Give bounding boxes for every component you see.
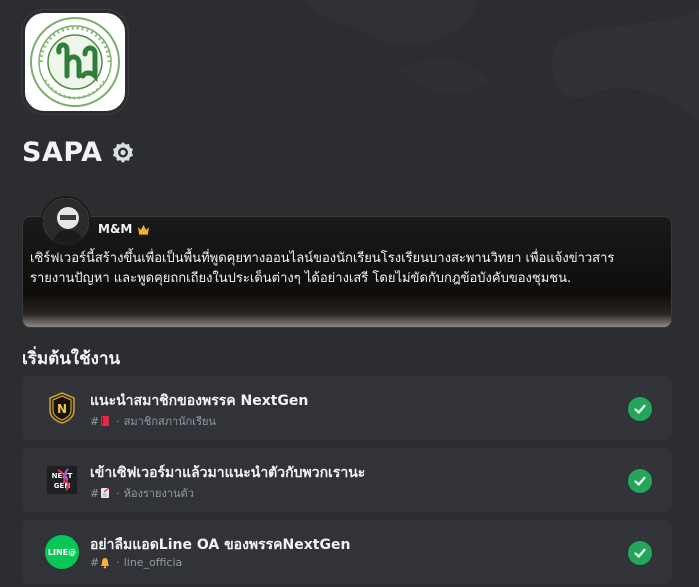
onboarding-task-card[interactable]: N แนะนำสมาชิกของพรรค NextGen # · สมาชิกส… <box>22 376 672 440</box>
onboarding-task-card[interactable]: NEXT GEN เข้าเซิฟเวอร์มาแล้วมาแนะนำตัวกั… <box>22 448 672 512</box>
task-title: เข้าเซิฟเวอร์มาแล้วมาแนะนำตัวกับพวกเรานะ <box>90 465 366 481</box>
line-icon-text: LINE@ <box>47 547 77 557</box>
separator-dot: · <box>116 486 120 500</box>
crown-icon <box>137 224 150 235</box>
memo-icon <box>100 487 110 499</box>
check-icon <box>628 397 652 421</box>
task-channel[interactable]: # · ห้องรายงานตัว <box>90 484 194 502</box>
bell-icon <box>100 557 110 569</box>
onboarding-heading: เริ่มต้นใช้งาน <box>22 349 121 369</box>
check-icon <box>628 541 652 565</box>
channel-name: ห้องรายงานตัว <box>123 487 194 500</box>
author-avatar[interactable] <box>41 196 91 246</box>
red-book-icon <box>100 415 110 427</box>
school-emblem-icon <box>30 17 120 107</box>
check-icon <box>628 469 652 493</box>
channel-hash: # <box>90 556 100 569</box>
onboarding-task-card[interactable]: LINE@ อย่าลืมแอดLine OA ของพรรคNextGen #… <box>22 520 672 584</box>
server-name-row: SAPA <box>22 137 135 168</box>
author-row: M&M <box>98 222 150 236</box>
server-icon[interactable] <box>22 10 128 114</box>
line-icon: LINE@ <box>44 534 80 570</box>
channel-name: สมาชิกสภานักเรียน <box>123 415 216 428</box>
separator-dot: · <box>116 556 120 569</box>
task-title: อย่าลืมแอดLine OA ของพรรคNextGen <box>90 537 351 553</box>
task-channel[interactable]: # · สมาชิกสภานักเรียน <box>90 412 216 430</box>
nextgen-badge-icon: N <box>44 390 80 426</box>
channel-hash: # <box>90 414 100 428</box>
task-title: แนะนำสมาชิกของพรรค NextGen <box>90 393 309 409</box>
task-channel[interactable]: # · line_officia <box>90 556 182 569</box>
nextgen-logo-icon: NEXT GEN <box>44 462 80 498</box>
verified-icon <box>111 141 135 165</box>
svg-text:N: N <box>57 402 67 416</box>
welcome-message-text: เซิร์ฟเวอร์นี้สร้างขึ้นเพื่อเป็นพื้นที่พ… <box>30 251 615 286</box>
channel-name: line_officia <box>123 556 183 569</box>
author-name[interactable]: M&M <box>98 222 132 236</box>
channel-hash: # <box>90 486 100 500</box>
separator-dot: · <box>116 414 120 428</box>
server-name: SAPA <box>22 137 103 168</box>
